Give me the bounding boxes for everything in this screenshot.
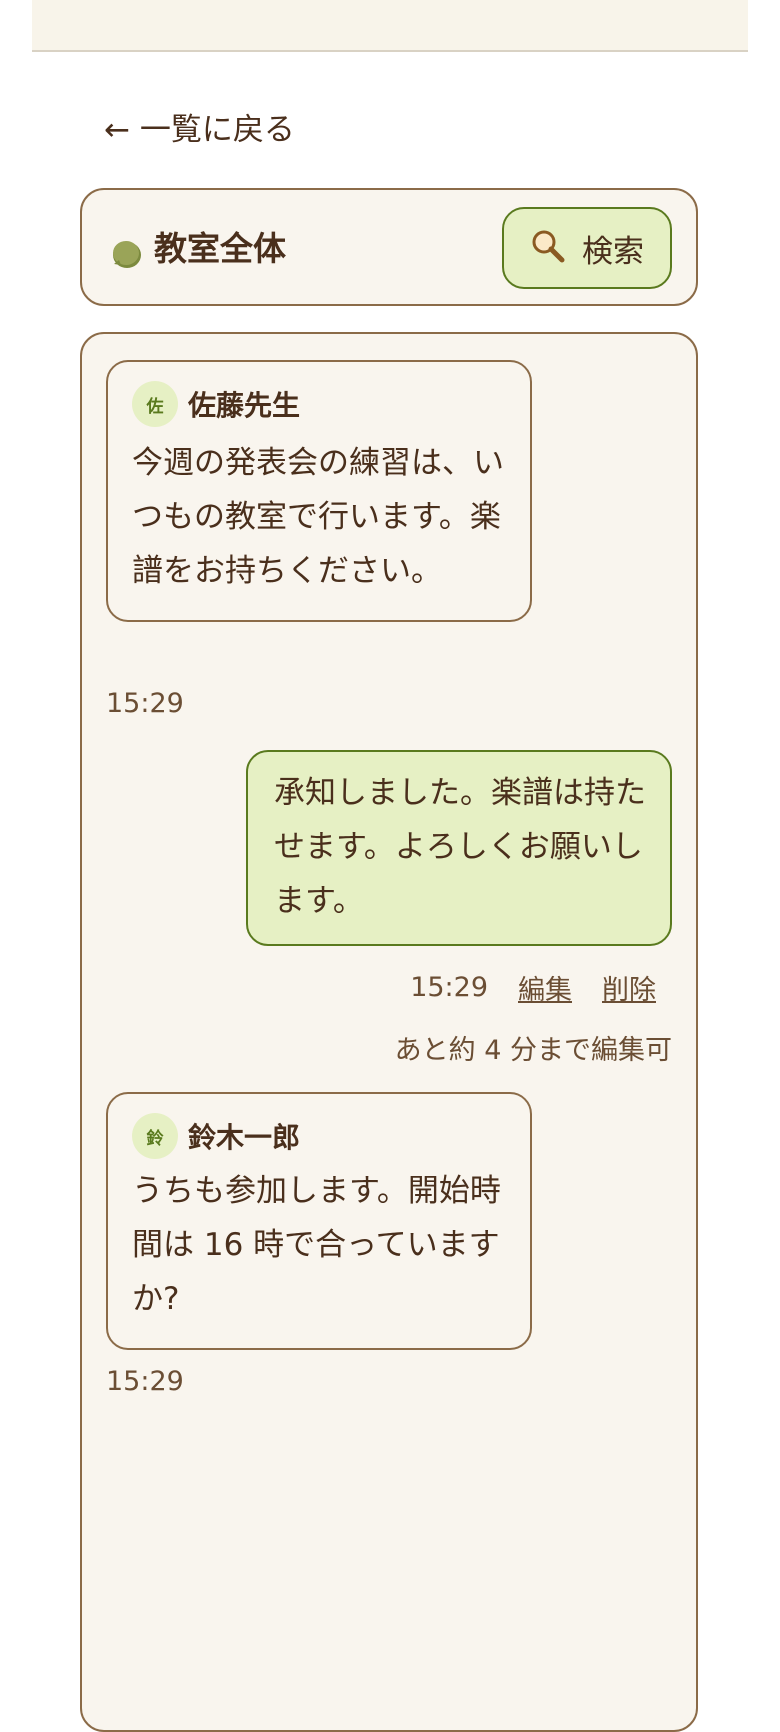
sender-name: 鈴木一郎 bbox=[188, 1121, 301, 1154]
sender-name: 佐藤先生 bbox=[188, 389, 301, 422]
message-text: 承知しました。楽譜は持たせます。よろしくお願いします。 bbox=[274, 775, 646, 919]
message-time: 15:29 bbox=[106, 1366, 184, 1397]
search-button[interactable]: 検索 bbox=[502, 207, 672, 289]
message-text: うちも参加します。開始時間は 16 時で合っていますか? bbox=[132, 1173, 501, 1317]
top-bar bbox=[32, 0, 748, 52]
avatar: 佐 bbox=[132, 381, 178, 427]
edit-time-remaining: あと約 4 分まで編集可 bbox=[394, 1035, 672, 1066]
room-header: 教室全体 検索 bbox=[80, 188, 698, 306]
search-button-label: 検索 bbox=[582, 233, 644, 270]
message-text: 今週の発表会の練習は、いつもの教室で行います。楽譜をお持ちください。 bbox=[132, 445, 504, 589]
message-bubble-incoming: 佐 佐藤先生 今週の発表会の練習は、いつもの教室で行います。楽譜をお持ちください… bbox=[106, 360, 532, 622]
edit-link[interactable]: 編集 bbox=[518, 968, 572, 1007]
chat-panel[interactable]: 佐 佐藤先生 今週の発表会の練習は、いつもの教室で行います。楽譜をお持ちください… bbox=[80, 332, 698, 1732]
back-to-list-link[interactable]: ← 一覧に戻る bbox=[104, 108, 295, 152]
speech-bubble-icon bbox=[110, 238, 142, 270]
message-time: 15:29 bbox=[410, 972, 488, 1003]
delete-link[interactable]: 削除 bbox=[602, 968, 656, 1007]
message-time: 15:29 bbox=[106, 688, 184, 719]
magnifier-icon bbox=[530, 228, 566, 268]
message-bubble-outgoing: 承知しました。楽譜は持たせます。よろしくお願いします。 bbox=[246, 750, 672, 946]
message-meta-row: 15:29 編集 削除 bbox=[410, 968, 656, 1007]
message-bubble-incoming: 鈴 鈴木一郎 うちも参加します。開始時間は 16 時で合っていますか? bbox=[106, 1092, 532, 1350]
room-title: 教室全体 bbox=[154, 229, 286, 268]
avatar: 鈴 bbox=[132, 1113, 178, 1159]
